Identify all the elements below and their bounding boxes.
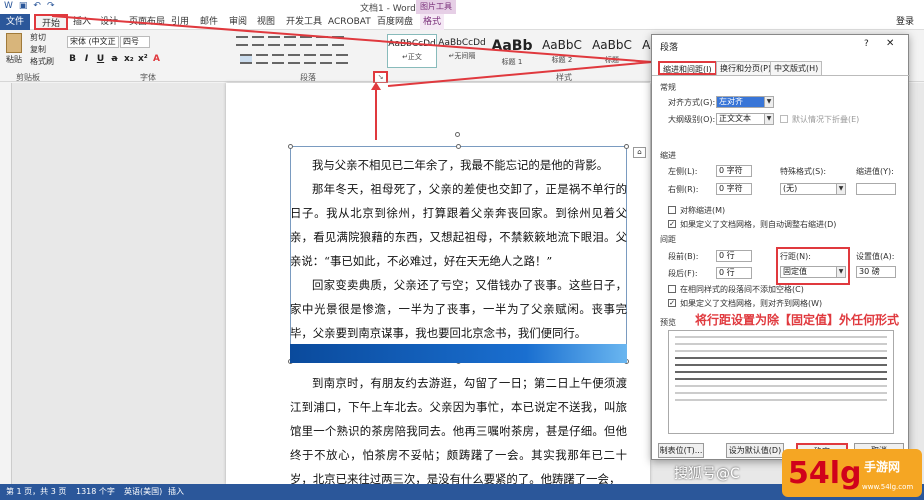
tab-line-page-breaks[interactable]: 换行和分页(P) — [716, 61, 776, 75]
preview-section-label: 预览 — [660, 318, 676, 327]
mirror-indent-label: 对称缩进(M) — [680, 206, 726, 215]
insert-mode[interactable]: 插入 — [168, 484, 184, 500]
tab-divider — [652, 75, 910, 76]
right-indent-label: 右侧(R): — [668, 185, 699, 194]
chevron-down-icon: ▼ — [836, 267, 845, 277]
preview-line — [675, 336, 887, 338]
indent-value-label: 缩进值(Y): — [856, 167, 894, 176]
alignment-value: 左对齐 — [719, 97, 743, 106]
space-before-input[interactable]: 0 行 — [716, 250, 752, 262]
svg-text:54lg: 54lg — [788, 456, 862, 491]
line-spacing-label: 行距(N): — [780, 252, 811, 261]
indent-section-label: 缩进 — [660, 151, 676, 160]
preview-line — [675, 378, 887, 380]
close-icon[interactable]: ✕ — [886, 38, 894, 49]
collapse-label: 默认情况下折叠(E) — [792, 115, 860, 124]
no-space-checkbox[interactable] — [668, 285, 676, 293]
tabs-button[interactable]: 制表位(T)... — [658, 443, 704, 458]
spacing-section-label: 间距 — [660, 235, 676, 244]
special-format-value: (无) — [783, 184, 798, 193]
svg-text:手游网: 手游网 — [864, 459, 900, 474]
snap-grid-label: 如果定义了文档网格，则对齐到网格(W) — [680, 299, 823, 308]
special-format-label: 特殊格式(S): — [780, 167, 827, 176]
left-indent-input[interactable]: 0 字符 — [716, 165, 752, 177]
space-before-label: 段前(B): — [668, 252, 699, 261]
outline-level-label: 大纲级别(O): — [668, 115, 716, 124]
preview-line — [675, 364, 887, 366]
general-section-label: 常规 — [660, 83, 676, 92]
dialog-title: 段落 — [660, 43, 679, 53]
alignment-label: 对齐方式(G): — [668, 98, 716, 107]
chevron-down-icon: ▼ — [836, 184, 845, 194]
snap-grid-checkbox[interactable]: ✓ — [668, 299, 676, 307]
space-after-input[interactable]: 0 行 — [716, 267, 752, 279]
right-indent-input[interactable]: 0 字符 — [716, 183, 752, 195]
auto-right-indent-checkbox[interactable]: ✓ — [668, 220, 676, 228]
chevron-down-icon: ▼ — [764, 114, 773, 124]
chevron-down-icon: ▼ — [764, 97, 773, 107]
paragraph-dialog: 段落 ? ✕ 缩进和间距(I) 换行和分页(P) 中文版式(H) 常规 对齐方式… — [651, 34, 910, 460]
indent-value-input[interactable] — [856, 183, 896, 195]
line-spacing-select[interactable]: 固定值 ▼ — [780, 266, 846, 278]
set-value-input[interactable]: 30 磅 — [856, 266, 896, 278]
preview-line — [675, 343, 887, 345]
site-logo: 54lg 手游网 www.54lg.com — [782, 449, 922, 497]
set-value-label: 设置值(A): — [856, 252, 895, 261]
preview-line — [675, 357, 887, 359]
outline-level-value: 正文文本 — [719, 114, 751, 123]
preview-line — [675, 350, 887, 352]
space-after-label: 段后(F): — [668, 269, 698, 278]
set-default-button[interactable]: 设为默认值(D) — [726, 443, 784, 458]
outline-level-select[interactable]: 正文文本 ▼ — [716, 113, 774, 125]
help-icon[interactable]: ? — [864, 39, 869, 49]
line-spacing-value: 固定值 — [783, 267, 807, 276]
mirror-indent-checkbox[interactable] — [668, 206, 676, 214]
word-count[interactable]: 1318 个字 — [76, 484, 115, 500]
page-count[interactable]: 第 1 页，共 3 页 — [6, 484, 66, 500]
watermark-text: 搜狐号@C — [674, 466, 740, 482]
left-indent-label: 左侧(L): — [668, 167, 698, 176]
auto-right-indent-label: 如果定义了文档网格，则自动调整右缩进(D) — [680, 220, 837, 229]
annotation-text: 将行距设置为除【固定值】外任何形式 — [695, 313, 900, 327]
preview-line — [675, 399, 887, 401]
alignment-select[interactable]: 左对齐 ▼ — [716, 96, 774, 108]
collapse-checkbox[interactable] — [780, 115, 788, 123]
svg-text:www.54lg.com: www.54lg.com — [862, 483, 913, 491]
preview-line — [675, 371, 887, 373]
preview-line — [675, 392, 887, 394]
tab-indent-spacing[interactable]: 缩进和间距(I) — [658, 61, 717, 75]
preview-line — [675, 385, 887, 387]
language[interactable]: 英语(美国) — [124, 484, 162, 500]
no-space-label: 在相同样式的段落间不添加空格(C) — [680, 285, 804, 294]
paragraph-preview — [668, 330, 894, 434]
special-format-select[interactable]: (无) ▼ — [780, 183, 846, 195]
tab-asian-typography[interactable]: 中文版式(H) — [770, 61, 823, 75]
